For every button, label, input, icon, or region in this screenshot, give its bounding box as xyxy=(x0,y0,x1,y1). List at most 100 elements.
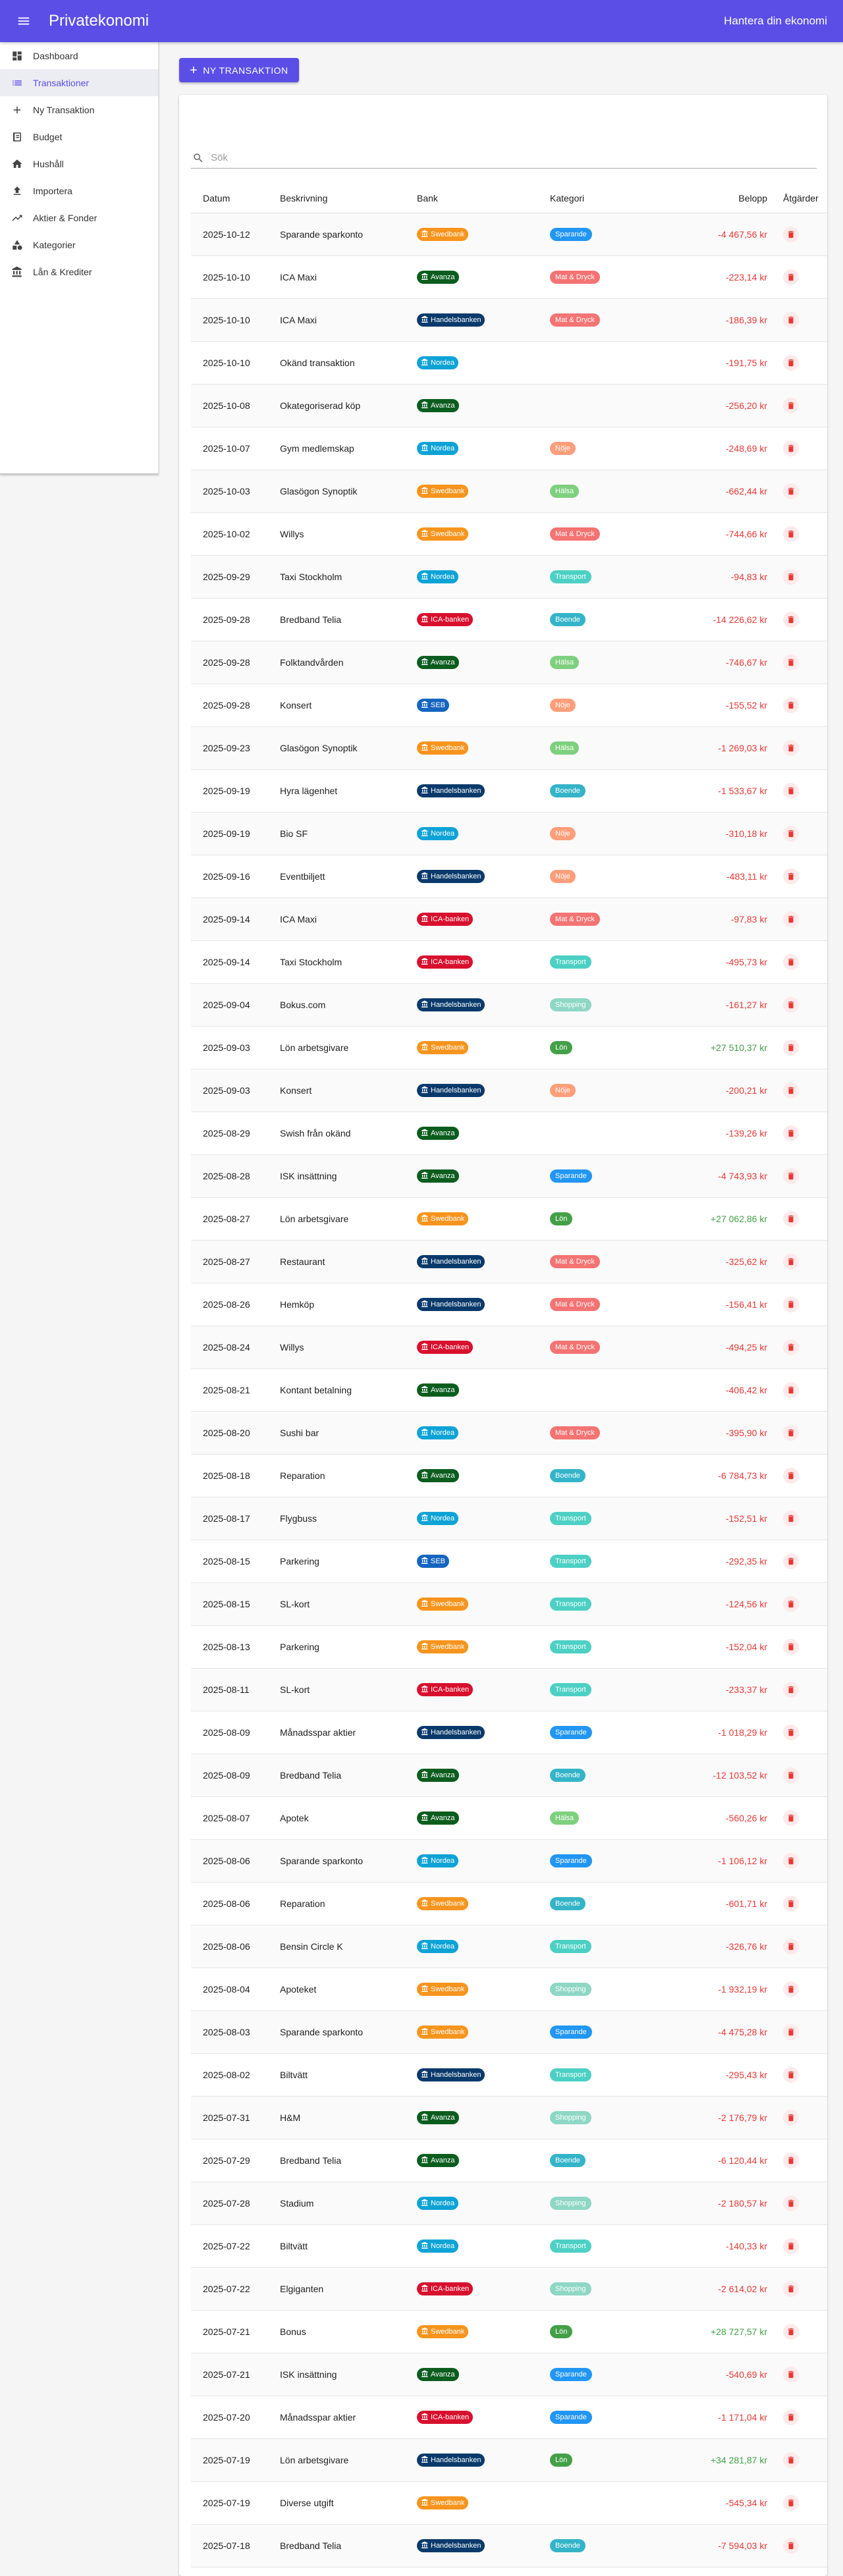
menu-icon[interactable] xyxy=(8,5,40,37)
table-row[interactable]: 2025-10-02 Willys Swedbank Mat & Dryck -744,… xyxy=(191,513,827,556)
table-row[interactable]: 2025-08-15 Parkering SEB Transport -292,35 k… xyxy=(191,1540,827,1583)
table-row[interactable]: 2025-08-09 Månadsspar aktier Handelsbanken… xyxy=(191,1711,827,1754)
table-row[interactable]: 2025-09-28 Bredband Telia ICA-banken Boende… xyxy=(191,599,827,641)
delete-icon[interactable] xyxy=(783,1211,799,1227)
delete-icon[interactable] xyxy=(783,2324,799,2340)
table-row[interactable]: 2025-09-14 ICA Maxi ICA-banken Mat & Dryck -… xyxy=(191,898,827,941)
delete-icon[interactable] xyxy=(783,2538,799,2554)
table-row[interactable]: 2025-08-27 Restaurant Handelsbanken Mat & D… xyxy=(191,1241,827,1283)
table-row[interactable]: 2025-10-08 Okategoriserad köp Avanza -256,2… xyxy=(191,385,827,427)
delete-icon[interactable] xyxy=(783,826,799,842)
sidebar-item-importera[interactable]: Importera xyxy=(0,177,158,204)
sidebar-item-transaktioner[interactable]: Transaktioner xyxy=(0,69,158,96)
delete-icon[interactable] xyxy=(783,612,799,628)
sidebar-item-ny-transaktion[interactable]: Ny Transaktion xyxy=(0,96,158,123)
delete-icon[interactable] xyxy=(783,740,799,756)
delete-icon[interactable] xyxy=(783,1168,799,1184)
table-row[interactable]: 2025-07-29 Bredband Telia Avanza Boende -6 1… xyxy=(191,2139,827,2182)
table-row[interactable]: 2025-09-29 Taxi Stockholm Nordea Transport -… xyxy=(191,556,827,599)
delete-icon[interactable] xyxy=(783,1125,799,1141)
delete-icon[interactable] xyxy=(783,1682,799,1698)
delete-icon[interactable] xyxy=(783,2409,799,2425)
table-row[interactable]: 2025-09-28 Folktandvården Avanza Hälsa -746,… xyxy=(191,641,827,684)
delete-icon[interactable] xyxy=(783,355,799,371)
delete-icon[interactable] xyxy=(783,1939,799,1954)
header-date[interactable]: Datum xyxy=(191,193,280,203)
delete-icon[interactable] xyxy=(783,2367,799,2382)
delete-icon[interactable] xyxy=(783,2495,799,2511)
table-row[interactable]: 2025-07-28 Stadium Nordea Shopping -2 180,57… xyxy=(191,2182,827,2225)
table-row[interactable]: 2025-07-22 Biltvätt Nordea Transport -140,33… xyxy=(191,2225,827,2268)
delete-icon[interactable] xyxy=(783,1511,799,1526)
delete-icon[interactable] xyxy=(783,2195,799,2211)
delete-icon[interactable] xyxy=(783,227,799,242)
delete-icon[interactable] xyxy=(783,869,799,884)
table-row[interactable]: 2025-07-20 Månadsspar aktier ICA-banken Spa… xyxy=(191,2396,827,2439)
delete-icon[interactable] xyxy=(783,911,799,927)
delete-icon[interactable] xyxy=(783,1725,799,1740)
delete-icon[interactable] xyxy=(783,2024,799,2040)
table-row[interactable]: 2025-07-19 Diverse utgift Swedbank -545,34 … xyxy=(191,2482,827,2525)
table-row[interactable]: 2025-07-21 ISK insättning Avanza Sparande -5… xyxy=(191,2353,827,2396)
delete-icon[interactable] xyxy=(783,1339,799,1355)
new-transaction-button[interactable]: + NY TRANSAKTION xyxy=(179,58,299,82)
header-category[interactable]: Kategori xyxy=(550,193,649,203)
delete-icon[interactable] xyxy=(783,697,799,713)
table-row[interactable]: 2025-09-14 Taxi Stockholm ICA-banken Transp… xyxy=(191,941,827,984)
delete-icon[interactable] xyxy=(783,1896,799,1912)
table-row[interactable]: 2025-08-11 SL-kort ICA-banken Transport -233… xyxy=(191,1669,827,1711)
header-bank[interactable]: Bank xyxy=(417,193,550,203)
table-row[interactable]: 2025-08-28 ISK insättning Avanza Sparande -4… xyxy=(191,1155,827,1198)
delete-icon[interactable] xyxy=(783,783,799,799)
table-row[interactable]: 2025-08-24 Willys ICA-banken Mat & Dryck -49… xyxy=(191,1326,827,1369)
delete-icon[interactable] xyxy=(783,269,799,285)
table-row[interactable]: 2025-08-04 Apoteket Swedbank Shopping -1 932… xyxy=(191,1968,827,2011)
delete-icon[interactable] xyxy=(783,2110,799,2126)
table-row[interactable]: 2025-08-21 Kontant betalning Avanza -406,42… xyxy=(191,1369,827,1412)
header-amount[interactable]: Belopp xyxy=(649,193,767,203)
delete-icon[interactable] xyxy=(783,1810,799,1826)
table-row[interactable]: 2025-08-27 Lön arbetsgivare Swedbank Lön +27… xyxy=(191,1198,827,1241)
sidebar-item-aktier-fonder[interactable]: Aktier & Fonder xyxy=(0,204,158,231)
table-row[interactable]: 2025-08-03 Sparande sparkonto Swedbank Spar… xyxy=(191,2011,827,2054)
table-row[interactable]: 2025-09-04 Bokus.com Handelsbanken Shopping… xyxy=(191,984,827,1027)
table-row[interactable]: 2025-10-07 Gym medlemskap Nordea Nöje -248,6… xyxy=(191,427,827,470)
table-row[interactable]: 2025-08-06 Reparation Swedbank Boende -601,7… xyxy=(191,1883,827,1925)
table-row[interactable]: 2025-08-06 Bensin Circle K Nordea Transport… xyxy=(191,1925,827,1968)
table-row[interactable]: 2025-09-03 Lön arbetsgivare Swedbank Lön +27… xyxy=(191,1027,827,1069)
delete-icon[interactable] xyxy=(783,2281,799,2297)
table-row[interactable]: 2025-07-18 Bredband Telia Handelsbanken Boe… xyxy=(191,2525,827,2567)
table-row[interactable]: 2025-08-07 Apotek Avanza Hälsa -560,26 kr xyxy=(191,1797,827,1840)
table-row[interactable]: 2025-09-03 Konsert Handelsbanken Nöje -200,2… xyxy=(191,1069,827,1112)
table-row[interactable]: 2025-10-03 Glasögon Synoptik Swedbank Hälsa… xyxy=(191,470,827,513)
table-row[interactable]: 2025-08-13 Parkering Swedbank Transport -152… xyxy=(191,1626,827,1669)
sidebar-item-kategorier[interactable]: Kategorier xyxy=(0,231,158,258)
delete-icon[interactable] xyxy=(783,483,799,499)
table-row[interactable]: 2025-08-02 Biltvätt Handelsbanken Transport… xyxy=(191,2054,827,2097)
table-row[interactable]: 2025-10-12 Sparande sparkonto Swedbank Spar… xyxy=(191,213,827,256)
delete-icon[interactable] xyxy=(783,1468,799,1484)
table-row[interactable]: 2025-09-19 Hyra lägenhet Handelsbanken Boen… xyxy=(191,770,827,813)
header-description[interactable]: Beskrivning xyxy=(280,193,417,203)
table-row[interactable]: 2025-09-19 Bio SF Nordea Nöje -310,18 kr xyxy=(191,813,827,855)
delete-icon[interactable] xyxy=(783,1425,799,1441)
delete-icon[interactable] xyxy=(783,2153,799,2168)
delete-icon[interactable] xyxy=(783,2238,799,2254)
table-row[interactable]: 2025-10-10 ICA Maxi Avanza Mat & Dryck -223,… xyxy=(191,256,827,299)
delete-icon[interactable] xyxy=(783,398,799,414)
delete-icon[interactable] xyxy=(783,1297,799,1312)
delete-icon[interactable] xyxy=(783,1083,799,1098)
table-row[interactable]: 2025-10-10 ICA Maxi Handelsbanken Mat & Dry… xyxy=(191,299,827,342)
delete-icon[interactable] xyxy=(783,997,799,1013)
sidebar-item-lån-krediter[interactable]: Lån & Krediter xyxy=(0,258,158,285)
table-row[interactable]: 2025-08-18 Reparation Avanza Boende -6 784,7… xyxy=(191,1455,827,1497)
table-row[interactable]: 2025-07-21 Bonus Swedbank Lön +28 727,57 kr xyxy=(191,2311,827,2353)
sidebar-item-budget[interactable]: Budget xyxy=(0,123,158,150)
table-row[interactable]: 2025-08-29 Swish från okänd Avanza -139,26 … xyxy=(191,1112,827,1155)
table-row[interactable]: 2025-08-17 Flygbuss Nordea Transport -152,51… xyxy=(191,1497,827,1540)
delete-icon[interactable] xyxy=(783,655,799,670)
delete-icon[interactable] xyxy=(783,1767,799,1783)
delete-icon[interactable] xyxy=(783,1981,799,1997)
search-input[interactable] xyxy=(211,152,803,163)
delete-icon[interactable] xyxy=(783,312,799,328)
